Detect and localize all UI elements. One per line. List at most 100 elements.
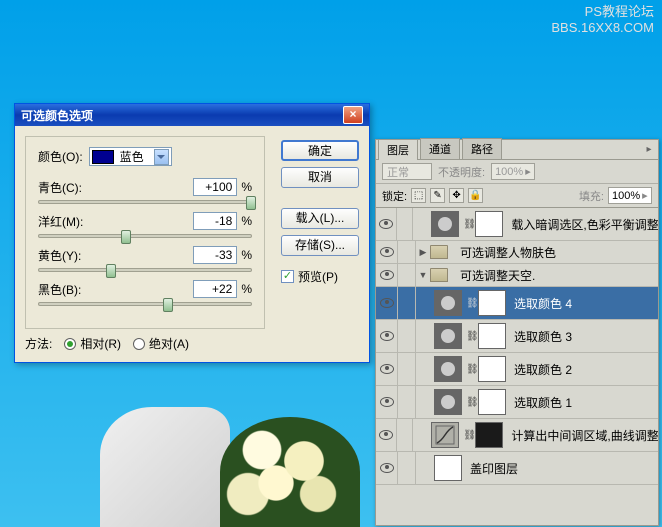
link-icon[interactable]: ⛓ (466, 298, 476, 309)
slider-thumb[interactable] (163, 298, 173, 312)
adjustment-thumb-icon (434, 290, 462, 316)
slider-track[interactable] (38, 200, 252, 204)
slider-row: 黑色(B):% (38, 280, 252, 306)
layer-row[interactable]: ⛓ 载入暗调选区,色彩平衡调整... (376, 208, 658, 241)
layer-list[interactable]: ⛓ 载入暗调选区,色彩平衡调整... ▶ 可选调整人物肤色 ▼ 可选调整天空. ⛓ 选取颜色 … (376, 208, 658, 525)
layers-panel: 图层 通道 路径 ▸ 正常 不透明度: 100% ▸ 锁定: ⬚ ✎ ✥ 🔒 填… (375, 139, 659, 526)
color-fieldset: 颜色(O): 蓝色 青色(C):%洋红(M):%黄色(Y):%黑色(B):% (25, 136, 265, 329)
layer-name[interactable]: 选取颜色 3 (514, 328, 572, 345)
selective-color-dialog: 可选颜色选项 × 颜色(O): 蓝色 青色(C):%洋红(M):%黄色(Y):%… (14, 103, 370, 363)
watermark-text: PS教程论坛 BBS.16XX8.COM (551, 4, 654, 35)
slider-track[interactable] (38, 234, 252, 238)
lock-transparency-icon[interactable]: ⬚ (411, 188, 426, 203)
dialog-title: 可选颜色选项 (21, 107, 93, 124)
chevron-down-icon[interactable] (154, 149, 169, 165)
visibility-eye-icon[interactable] (380, 331, 394, 341)
link-col[interactable] (398, 241, 416, 263)
slider-row: 黄色(Y):% (38, 246, 252, 272)
visibility-eye-icon[interactable] (380, 463, 394, 473)
slider-track[interactable] (38, 268, 252, 272)
blend-mode-select[interactable]: 正常 (382, 163, 432, 180)
link-icon[interactable]: ⛓ (466, 331, 476, 342)
layer-name[interactable]: 载入暗调选区,色彩平衡调整... (511, 216, 658, 233)
visibility-eye-icon[interactable] (380, 247, 394, 257)
background-photo (100, 407, 360, 527)
layer-name[interactable]: 可选调整人物肤色 (460, 244, 556, 261)
mask-thumb-icon (478, 389, 506, 415)
layer-row[interactable]: ⛓ 选取颜色 4 (376, 287, 658, 320)
adjustment-thumb-icon (431, 211, 459, 237)
tab-paths[interactable]: 路径 (462, 138, 502, 159)
slider-value-input[interactable] (193, 212, 237, 230)
fill-input[interactable]: 100% ▸ (608, 187, 652, 204)
slider-track[interactable] (38, 302, 252, 306)
absolute-radio[interactable]: 绝对(A) (133, 335, 189, 352)
lock-pixels-icon[interactable]: ✎ (430, 188, 445, 203)
twisty-icon[interactable]: ▶ (416, 247, 430, 258)
opacity-input[interactable]: 100% ▸ (491, 163, 535, 180)
slider-value-input[interactable] (193, 280, 237, 298)
slider-thumb[interactable] (106, 264, 116, 278)
visibility-eye-icon[interactable] (379, 219, 393, 229)
link-icon[interactable]: ⛓ (463, 219, 473, 230)
mask-thumb-icon (478, 323, 506, 349)
slider-value-input[interactable] (193, 246, 237, 264)
slider-row: 洋红(M):% (38, 212, 252, 238)
relative-radio[interactable]: 相对(R) (64, 335, 121, 352)
layer-row[interactable]: ▶ 可选调整人物肤色 (376, 241, 658, 264)
radio-icon (64, 338, 76, 350)
color-dropdown[interactable]: 蓝色 (89, 147, 172, 166)
layer-name[interactable]: 选取颜色 2 (514, 361, 572, 378)
layer-row[interactable]: ⛓ 选取颜色 1 (376, 386, 658, 419)
slider-row: 青色(C):% (38, 178, 252, 204)
link-icon[interactable]: ⛓ (463, 430, 473, 441)
lock-position-icon[interactable]: ✥ (449, 188, 464, 203)
link-col[interactable] (397, 208, 414, 240)
layer-name[interactable]: 可选调整天空. (460, 267, 535, 284)
layer-name[interactable]: 盖印图层 (470, 460, 518, 477)
preview-checkbox[interactable]: ✓ (281, 270, 294, 283)
load-button[interactable]: 载入(L)... (281, 208, 359, 229)
link-col[interactable] (398, 353, 416, 385)
visibility-eye-icon[interactable] (380, 270, 394, 280)
layer-name[interactable]: 计算出中间调区域,曲线调整... (511, 427, 658, 444)
percent-label: % (241, 248, 252, 262)
preview-label: 预览(P) (298, 268, 338, 285)
visibility-eye-icon[interactable] (380, 298, 394, 308)
layer-row[interactable]: ⛓ 计算出中间调区域,曲线调整... (376, 419, 658, 452)
cancel-button[interactable]: 取消 (281, 167, 359, 188)
visibility-eye-icon[interactable] (379, 430, 393, 440)
percent-label: % (241, 214, 252, 228)
layer-row[interactable]: 盖印图层 (376, 452, 658, 485)
link-col[interactable] (398, 452, 416, 484)
layer-row[interactable]: ▼ 可选调整天空. (376, 264, 658, 287)
radio-icon (133, 338, 145, 350)
dialog-titlebar[interactable]: 可选颜色选项 × (15, 104, 369, 126)
visibility-eye-icon[interactable] (380, 397, 394, 407)
link-icon[interactable]: ⛓ (466, 397, 476, 408)
tab-channels[interactable]: 通道 (420, 138, 460, 159)
panel-menu-icon[interactable]: ▸ (644, 144, 658, 155)
link-col[interactable] (398, 287, 416, 319)
link-col[interactable] (398, 264, 416, 286)
link-col[interactable] (398, 320, 416, 352)
link-icon[interactable]: ⛓ (466, 364, 476, 375)
twisty-icon[interactable]: ▼ (416, 270, 430, 280)
layer-name[interactable]: 选取颜色 4 (514, 295, 572, 312)
layer-row[interactable]: ⛓ 选取颜色 3 (376, 320, 658, 353)
layer-row[interactable]: ⛓ 选取颜色 2 (376, 353, 658, 386)
tab-layers[interactable]: 图层 (378, 139, 418, 160)
mask-thumb-icon (478, 356, 506, 382)
slider-value-input[interactable] (193, 178, 237, 196)
layer-name[interactable]: 选取颜色 1 (514, 394, 572, 411)
slider-thumb[interactable] (121, 230, 131, 244)
visibility-eye-icon[interactable] (380, 364, 394, 374)
folder-icon (430, 268, 448, 282)
close-icon[interactable]: × (343, 106, 363, 124)
link-col[interactable] (398, 386, 416, 418)
ok-button[interactable]: 确定 (281, 140, 359, 161)
save-button[interactable]: 存储(S)... (281, 235, 359, 256)
link-col[interactable] (397, 419, 414, 451)
slider-thumb[interactable] (246, 196, 256, 210)
lock-all-icon[interactable]: 🔒 (468, 188, 483, 203)
